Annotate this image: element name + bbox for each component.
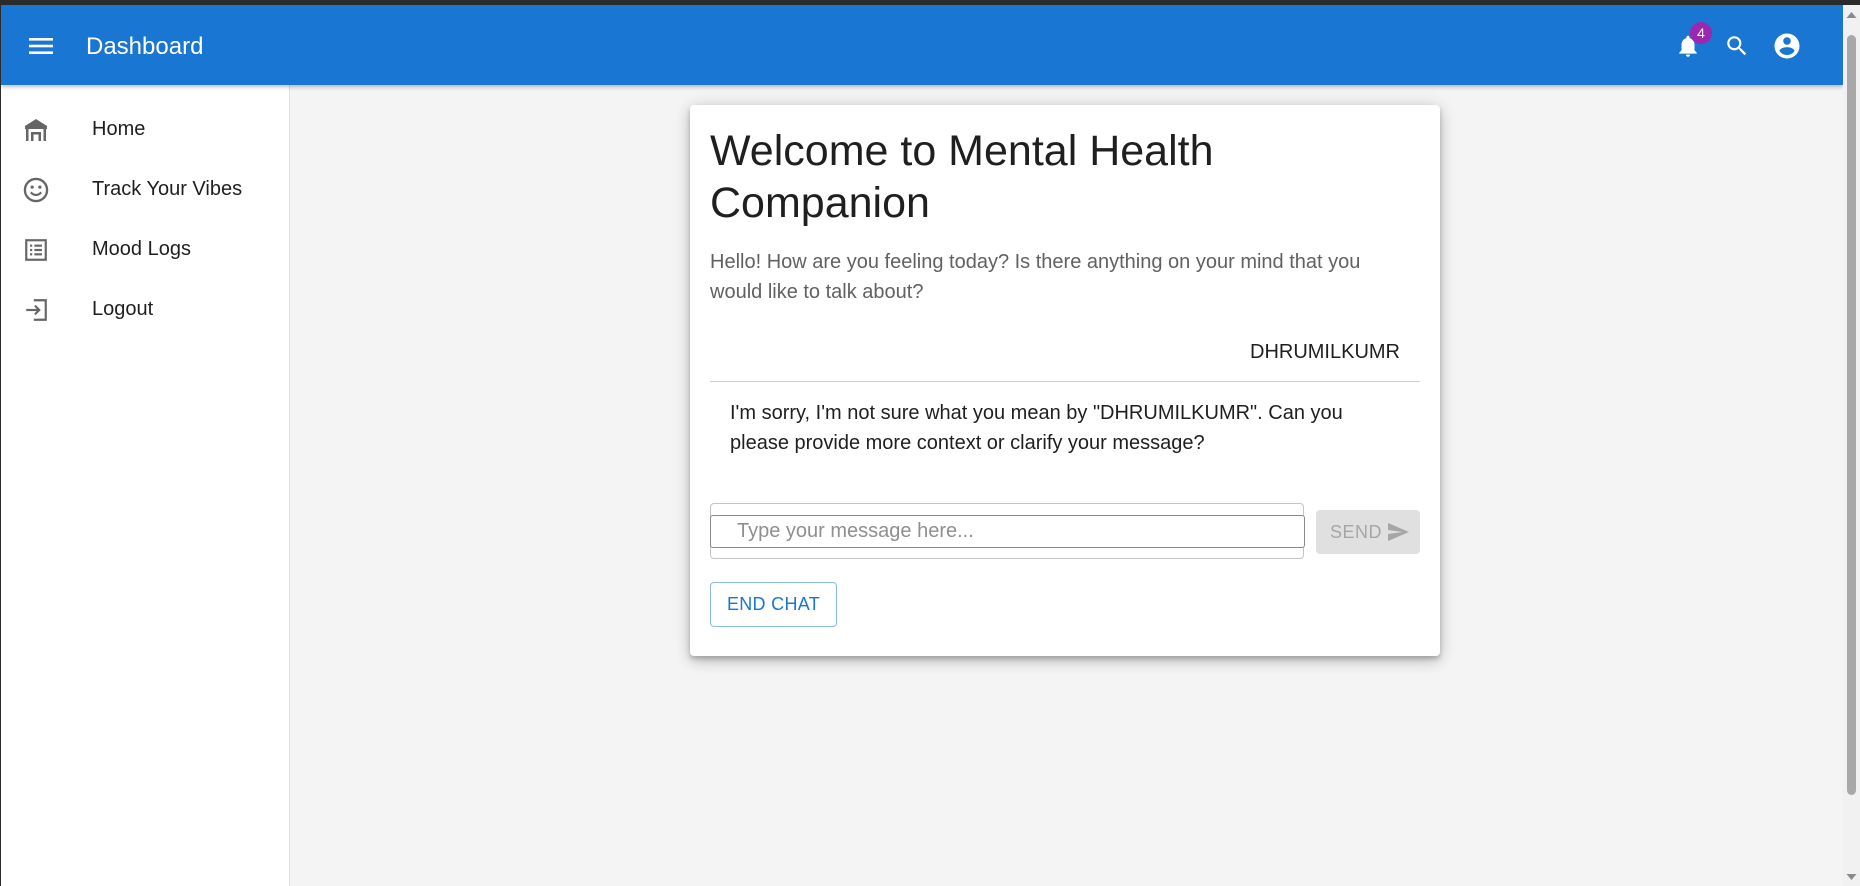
end-chat-button[interactable]: END CHAT <box>710 582 837 627</box>
logout-icon <box>22 296 50 324</box>
intro-text: Hello! How are you feeling today? Is the… <box>710 251 1361 303</box>
sidebar-item-label: Mood Logs <box>92 238 191 260</box>
notifications-button[interactable]: 4 <box>1667 22 1712 69</box>
sidebar-item-track-your-vibes[interactable]: Track Your Vibes <box>1 159 289 219</box>
scroll-up-arrow-icon[interactable] <box>1846 9 1857 20</box>
smiley-icon <box>22 176 50 204</box>
send-icon <box>1386 520 1410 549</box>
send-button[interactable]: SEND <box>1316 510 1420 554</box>
page-title: Welcome to Mental Health Companion <box>710 127 1214 227</box>
sidebar-item-label: Track Your Vibes <box>92 178 243 200</box>
home-icon <box>22 116 50 144</box>
app-viewport: Dashboard 4 Home Track Your Vibes Mood L… <box>1 5 1843 886</box>
menu-button[interactable] <box>21 28 61 68</box>
list-icon <box>22 236 50 264</box>
account-button[interactable] <box>1766 27 1808 69</box>
bot-message: I'm sorry, I'm not sure what you mean by… <box>730 402 1343 454</box>
sidebar-item-mood-logs[interactable]: Mood Logs <box>1 219 289 279</box>
scrollbar-thumb[interactable] <box>1847 35 1856 795</box>
app-bar: Dashboard 4 <box>1 5 1843 85</box>
send-label: SEND <box>1330 521 1383 542</box>
scroll-down-arrow-icon[interactable] <box>1846 871 1857 882</box>
page-scrollbar[interactable] <box>1843 5 1860 886</box>
message-divider <box>710 381 1420 382</box>
sidebar-item-label: Home <box>92 118 146 140</box>
menu-icon <box>28 36 54 61</box>
sidebar-item-label: Logout <box>92 298 154 320</box>
search-button[interactable] <box>1716 27 1758 69</box>
chat-card: Welcome to Mental Health Companion Hello… <box>690 105 1440 656</box>
notification-badge: 4 <box>1690 22 1712 44</box>
sidebar-item-logout[interactable]: Logout <box>1 279 289 339</box>
sidebar-item-home[interactable]: Home <box>1 99 289 159</box>
search-icon <box>1724 33 1750 64</box>
sidebar: Home Track Your Vibes Mood Logs Logout <box>1 85 290 886</box>
message-input-container <box>710 503 1305 559</box>
app-title: Dashboard <box>86 33 204 60</box>
user-message: DHRUMILKUMR <box>1250 341 1400 363</box>
account-circle-icon <box>1772 31 1802 66</box>
message-input[interactable] <box>710 515 1305 548</box>
